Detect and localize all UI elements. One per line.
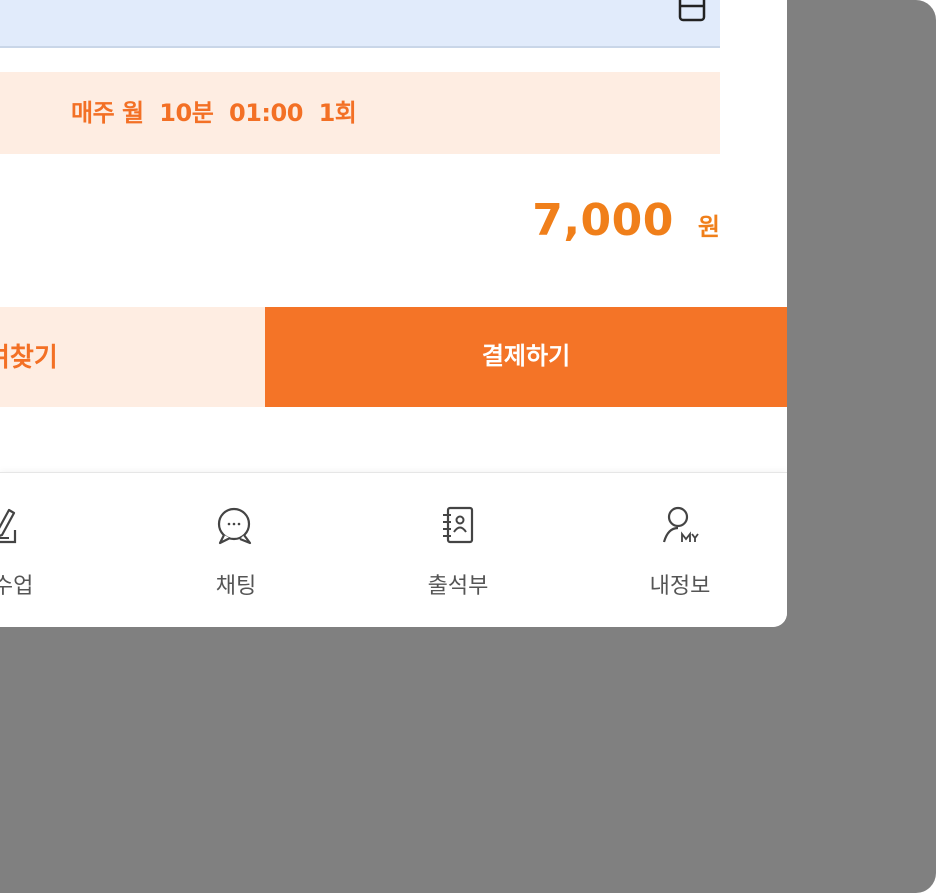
- nav-item-class[interactable]: 쉬수업: [0, 473, 53, 627]
- schedule-text: 매주 월 10분 01:00 1회: [71, 99, 357, 127]
- chat-bubble-icon: [217, 507, 252, 545]
- date-input-field[interactable]: [0, 0, 720, 48]
- nav-item-attendance[interactable]: 출석부: [408, 473, 508, 627]
- nav-label-attendance: 출석부: [427, 574, 489, 599]
- calendar-icon[interactable]: [677, 0, 707, 22]
- find-button-label: 여찾기: [0, 342, 58, 372]
- payment-panel: 매주 월 10분 01:00 1회 7,000 원 여찾기 결제하기 쉬수업: [0, 0, 787, 627]
- pay-button[interactable]: 결제하기: [265, 307, 787, 407]
- nav-label-class: 쉬수업: [0, 574, 34, 599]
- my-profile-icon: [662, 506, 699, 543]
- bottom-navigation: 쉬수업 채팅 출석부: [0, 472, 787, 627]
- nav-item-my[interactable]: 내정보: [630, 473, 730, 627]
- find-button[interactable]: 여찾기: [0, 307, 265, 407]
- schedule-summary: 매주 월 10분 01:00 1회: [0, 72, 720, 154]
- price-display: 7,000 원: [532, 195, 720, 255]
- price-unit: 원: [697, 213, 720, 241]
- nav-label-my: 내정보: [649, 574, 711, 599]
- attendance-book-icon: [443, 506, 474, 544]
- nav-label-chat: 채팅: [215, 574, 257, 599]
- edit-note-icon: [0, 508, 17, 544]
- price-value: 7,000: [532, 195, 674, 246]
- nav-item-chat[interactable]: 채팅: [186, 473, 286, 627]
